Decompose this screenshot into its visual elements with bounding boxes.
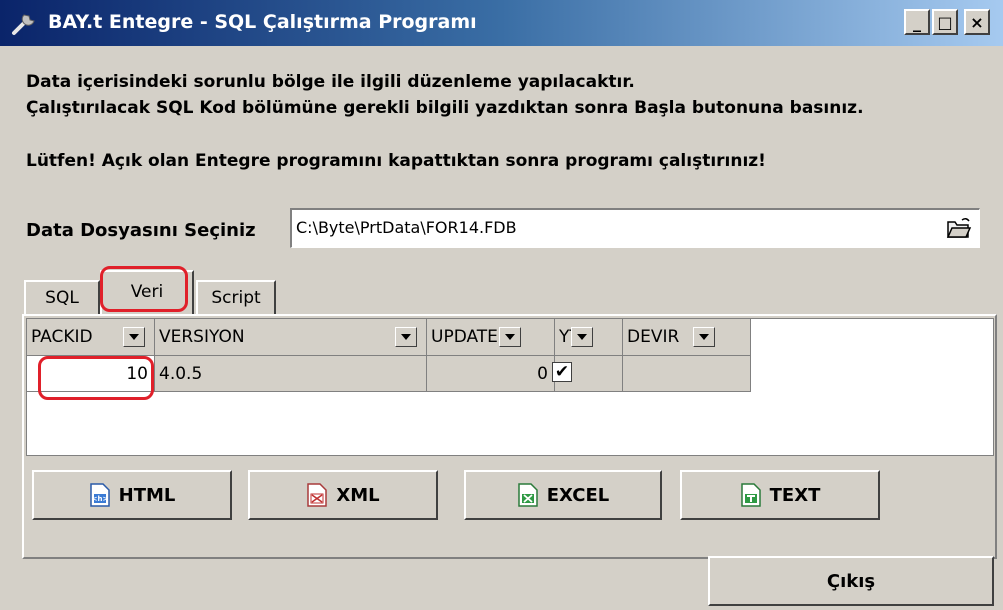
svg-text:<h>: <h> xyxy=(91,495,108,503)
chevron-down-icon[interactable] xyxy=(499,327,521,347)
description-line-2: Çalıştırılacak SQL Kod bölümüne gerekli … xyxy=(26,98,864,118)
description-line-1: Data içerisindeki sorunlu bölge ile ilgi… xyxy=(26,72,635,92)
export-xml-label: XML xyxy=(336,484,380,506)
chevron-down-icon[interactable] xyxy=(395,327,417,347)
column-header-versiyon[interactable]: VERSIYON xyxy=(155,319,427,356)
file-label: Data Dosyasını Seçiniz xyxy=(26,220,256,241)
column-header-devir[interactable]: DEVIR xyxy=(623,319,751,356)
text-doc-icon xyxy=(740,483,761,507)
tab-sql[interactable]: SQL xyxy=(24,280,100,314)
tab-script[interactable]: Script xyxy=(196,280,276,314)
wrench-icon xyxy=(12,14,35,35)
maximize-button[interactable]: □ xyxy=(932,9,958,35)
folder-open-icon xyxy=(946,217,972,238)
chevron-down-icon[interactable] xyxy=(123,327,145,347)
export-text-button[interactable]: TEXT xyxy=(680,470,880,520)
cell-devir[interactable] xyxy=(623,356,751,392)
export-text-label: TEXT xyxy=(769,484,821,506)
export-excel-label: EXCEL xyxy=(546,484,610,506)
column-header-updates[interactable]: UPDATES xyxy=(427,319,555,356)
chevron-down-icon[interactable] xyxy=(571,327,593,347)
cell-versiyon[interactable]: 4.0.5 xyxy=(155,356,427,392)
exit-button[interactable]: Çıkış xyxy=(708,556,994,606)
xml-doc-icon xyxy=(307,483,328,507)
close-button[interactable]: × xyxy=(964,9,990,35)
yt-checkbox[interactable]: ✔ xyxy=(552,362,572,382)
export-xml-button[interactable]: XML xyxy=(248,470,438,520)
minimize-button[interactable]: _ xyxy=(904,9,930,35)
html-doc-icon: <h> xyxy=(89,483,110,507)
file-path-field[interactable]: C:\Byte\PrtData\FOR14.FDB xyxy=(290,208,980,248)
cell-updates[interactable]: 0 xyxy=(427,356,555,392)
warning-text: Lütfen! Açık olan Entegre programını kap… xyxy=(26,151,766,171)
export-html-label: HTML xyxy=(118,484,176,506)
excel-doc-icon xyxy=(517,483,538,507)
data-grid[interactable]: PACKID VERSIYON UPDATES YT DEVIR 10 4.0.… xyxy=(26,318,994,456)
browse-button[interactable] xyxy=(942,212,976,244)
chevron-down-icon[interactable] xyxy=(693,327,715,347)
export-html-button[interactable]: <h> HTML xyxy=(32,470,232,520)
main-window: BAY.t Entegre - SQL Çalıştırma Programı … xyxy=(0,0,1003,610)
annotation-cell-highlight xyxy=(38,356,154,400)
annotation-tab-highlight xyxy=(100,266,188,312)
export-excel-button[interactable]: EXCEL xyxy=(464,470,662,520)
title-bar[interactable]: BAY.t Entegre - SQL Çalıştırma Programı … xyxy=(0,0,1003,46)
window-title: BAY.t Entegre - SQL Çalıştırma Programı xyxy=(48,11,477,33)
